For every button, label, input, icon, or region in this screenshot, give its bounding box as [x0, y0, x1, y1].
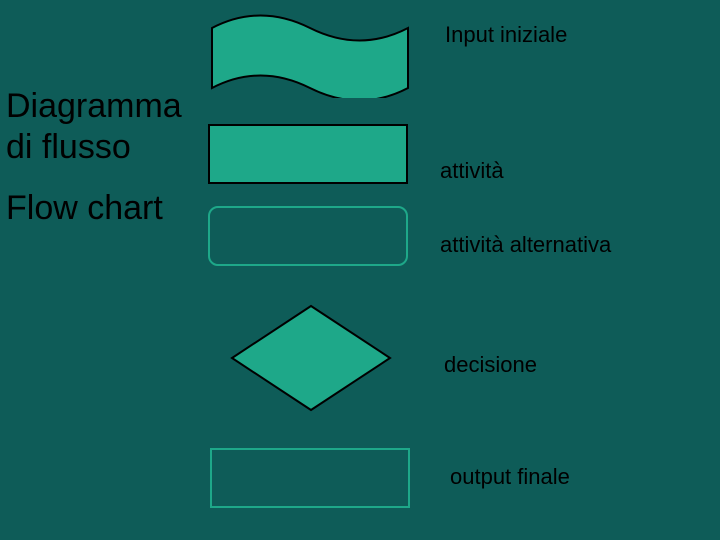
legend-output-label: output finale: [450, 464, 570, 490]
slide-title: Diagramma di flusso: [6, 86, 182, 168]
flowchart-input-shape: [210, 8, 410, 98]
title-line-1: Diagramma: [6, 87, 182, 125]
legend-input-label: Input iniziale: [445, 22, 567, 48]
title-line-2: di flusso: [6, 128, 131, 166]
legend-activity-alt-label: attività alternativa: [440, 232, 611, 258]
slide-subtitle: Flow chart: [6, 188, 163, 229]
legend-decision-label: decisione: [444, 352, 537, 378]
flowchart-activity-alt-shape: [208, 206, 408, 266]
legend-activity-label: attività: [440, 158, 504, 184]
flowchart-output-shape: [210, 448, 410, 508]
flowchart-decision-shape: [226, 300, 396, 416]
flowchart-activity-shape: [208, 124, 408, 184]
